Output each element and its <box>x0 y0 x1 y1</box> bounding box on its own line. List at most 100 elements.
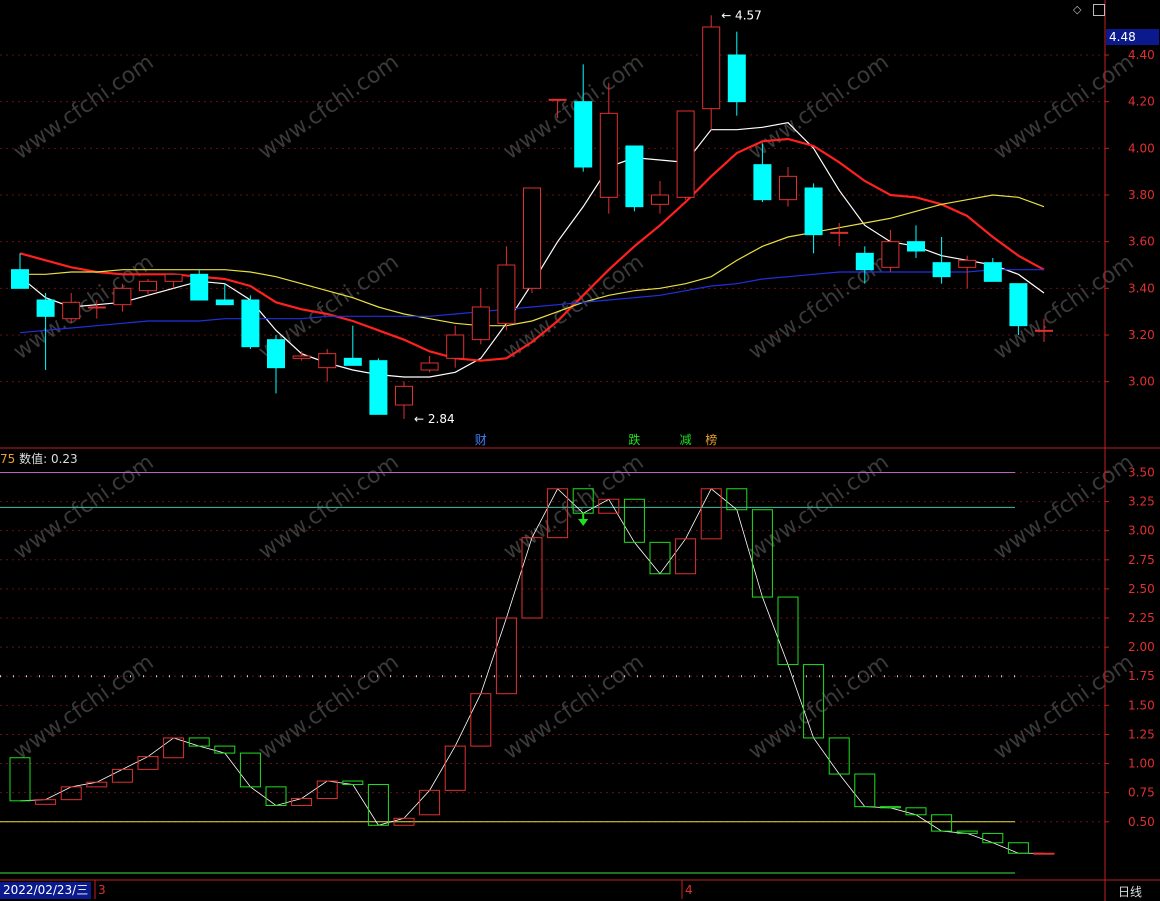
candle-up <box>420 362 439 371</box>
candle-up <box>548 98 567 101</box>
candle-down <box>907 241 925 252</box>
indicator-header: 75 数值: 0.23 <box>0 450 78 467</box>
price-tick-label: 4.00 <box>1128 141 1155 155</box>
ind-box-down <box>1007 842 1029 854</box>
candle-up <box>1035 329 1053 332</box>
candle-down <box>932 262 951 278</box>
watermark-text: www.cfchi.com <box>9 250 158 365</box>
ind-box-down <box>214 745 236 754</box>
price-tick-label: 4.40 <box>1128 48 1155 62</box>
ind-box-down <box>367 784 389 826</box>
candle-down <box>855 252 874 271</box>
candle-up <box>87 306 106 309</box>
watermark: www.cfchi.com www.cfchi.com www.cfchi.com w… <box>9 50 1138 765</box>
candle-down <box>574 101 593 168</box>
ind-tick-label: 1.00 <box>1128 757 1155 771</box>
price-chart[interactable]: ← 4.57 ← 2.84 财 跌 减榜 <box>11 8 1053 447</box>
chart-canvas: www.cfchi.com www.cfchi.com www.cfchi.com w… <box>0 0 1160 901</box>
ind-box-down <box>931 814 953 832</box>
ind-box-up <box>470 693 492 747</box>
watermark-text: www.cfchi.com <box>9 50 158 165</box>
month-label: 4 <box>685 883 693 897</box>
ind-box-down <box>265 786 287 806</box>
ind-box-up <box>163 737 185 759</box>
candle-down <box>727 54 746 103</box>
ind-box-down <box>956 830 978 834</box>
candle-up <box>318 353 337 369</box>
price-annotation: ← 2.84 <box>414 412 455 426</box>
candle-up <box>62 301 81 320</box>
candle-up <box>395 385 413 406</box>
event-tag: 跌 <box>628 432 640 447</box>
date-readout: 2022/02/23/三 <box>0 882 92 899</box>
ind-tick-label: 2.75 <box>1128 553 1155 567</box>
watermark-text: www.cfchi.com <box>989 50 1138 165</box>
ind-box-up <box>291 797 313 806</box>
event-tag: 减 <box>680 433 692 447</box>
signal-arrow <box>578 519 589 527</box>
ind-tick-label: 1.75 <box>1128 669 1155 683</box>
ind-tick-label: 2.00 <box>1128 640 1155 654</box>
candle-up <box>164 273 183 282</box>
ind-box-down <box>726 488 748 511</box>
ind-tick-label: 1.25 <box>1128 727 1155 741</box>
candle-up <box>292 355 311 359</box>
candle-up <box>113 287 132 306</box>
candle-up <box>779 175 797 201</box>
watermark-text: www.cfchi.com <box>254 50 403 165</box>
price-tick-label: 3.80 <box>1128 188 1155 202</box>
diamond-icon[interactable]: ◇ <box>1073 3 1081 16</box>
candle-up <box>139 280 157 292</box>
ind-box-up <box>419 789 441 816</box>
candle-down <box>369 360 388 415</box>
candle-up <box>651 194 669 205</box>
candle-up <box>676 110 695 198</box>
ind-box-down <box>623 498 645 543</box>
candle-down <box>267 339 285 369</box>
ind-box-down <box>777 596 799 666</box>
price-tick-label: 3.20 <box>1128 328 1155 342</box>
ind-tick-label: 0.75 <box>1128 786 1155 800</box>
candle-down <box>36 299 55 317</box>
candle-down <box>190 273 209 301</box>
price-tick-label: 3.00 <box>1128 375 1155 389</box>
candle-up <box>958 259 977 268</box>
ind-tick-label: 0.50 <box>1128 815 1155 829</box>
ind-box-up <box>444 745 466 791</box>
price-tick-label: 3.40 <box>1128 281 1155 295</box>
indicator-code: 75 <box>0 452 16 466</box>
ind-tick-label: 1.50 <box>1128 698 1155 712</box>
watermark-text: www.cfchi.com <box>989 650 1138 765</box>
candle-down <box>343 357 362 366</box>
ind-box-up <box>495 617 517 695</box>
ind-box-up <box>60 786 82 801</box>
watermark-text: www.cfchi.com <box>744 50 893 165</box>
indicator-value: 数值: 0.23 <box>19 452 78 466</box>
ind-box-up <box>675 538 697 575</box>
current-price-box: 4.48 <box>1106 29 1159 45</box>
candle-up <box>471 306 490 341</box>
candle-down <box>11 269 29 289</box>
ind-tick-label: 2.25 <box>1128 611 1155 625</box>
candle-down <box>753 164 772 201</box>
ind-box-down <box>188 737 210 747</box>
period-button[interactable]: 日线 <box>1118 883 1142 900</box>
candle-down <box>241 299 260 348</box>
ind-tick-label: 3.00 <box>1128 524 1155 538</box>
candle-up <box>446 334 465 359</box>
candle-down <box>1009 283 1028 327</box>
panel-icon[interactable] <box>1093 4 1105 16</box>
ind-tick-label: 3.50 <box>1128 465 1155 479</box>
watermark-text: www.cfchi.com <box>254 650 403 765</box>
ind-box-down <box>649 541 671 575</box>
ind-box-down <box>982 832 1004 844</box>
candle-up <box>599 112 618 198</box>
ind-box-down <box>854 773 876 808</box>
candle-up <box>830 231 849 234</box>
candle-up <box>497 264 516 324</box>
ind-box-up <box>137 756 159 770</box>
watermark-text: www.cfchi.com <box>499 650 648 765</box>
ind-box-up <box>111 768 133 783</box>
candle-down <box>625 145 644 208</box>
candle-down <box>804 187 823 236</box>
